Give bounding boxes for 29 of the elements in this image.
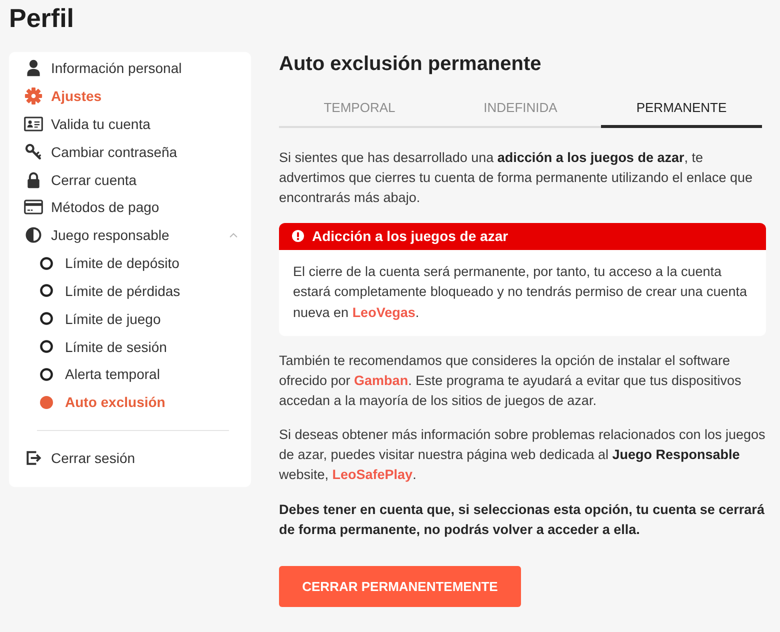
- half-circle-icon: [24, 226, 43, 244]
- paragraph: También te recomendamos que consideres la opción de instalar el software ofrecido por Gamban. Este programa te ayudará a evitar que tus dispositivos accedan a la mayoría de los sitios de juegos de azar.: [279, 352, 742, 410]
- page-title: Perfil: [9, 3, 74, 33]
- logout-icon: [24, 448, 43, 467]
- paragraph: El cierre de la cuenta será permanente, por tanto, tu acceso a la cuenta estará completamente bloqueado y no tendrás permiso de crear una cuenta nueva en LeoVegas.: [292, 262, 748, 322]
- menu-item[interactable]: Información personal: [9, 54, 251, 82]
- paragraph: Debes tener en cuenta que, si seleccionas esta opción, tu cuenta se cerrará de forma permanente, no podrás volver a acceder a ella.: [279, 500, 766, 539]
- menu-item[interactable]: Métodos de pago: [9, 193, 251, 222]
- submenu-item[interactable]: Límite de sesión: [9, 332, 251, 360]
- section-title: Auto exclusión permanente: [279, 52, 542, 76]
- paragraph: Si sientes que has desarrollado una adicción a los juegos de azar, te advertimos que cierres tu cuenta de forma permanente utilizando el enlace que encontrarás más abajo.: [279, 149, 754, 207]
- key-icon: [24, 142, 43, 161]
- submenu-item[interactable]: Límite de juego: [9, 304, 251, 333]
- menu-item[interactable]: Juego responsable: [9, 221, 251, 250]
- menu-item[interactable]: Valida tu cuenta: [9, 110, 251, 138]
- submenu-item[interactable]: Límite de pérdidas: [9, 277, 251, 305]
- tab[interactable]: PERMANENTE: [601, 86, 762, 128]
- credit-card-icon: [24, 198, 43, 216]
- id-card-icon: [24, 114, 43, 133]
- alert-title: Adicción a los juegos de azar: [312, 228, 508, 244]
- submenu-item[interactable]: Límite de depósito: [9, 249, 251, 278]
- menu-item[interactable]: Cambiar contraseña: [9, 138, 251, 166]
- submenu-item[interactable]: Alerta temporal: [9, 360, 251, 388]
- exclamation-icon: [292, 230, 304, 242]
- paragraph: Si deseas obtener más información sobre problemas relacionados con los juegos de azar, puedes visitar nuestra página web dedicada al Juego Responsable website, LeoSafePlay.: [279, 426, 766, 484]
- person-icon: [24, 58, 43, 77]
- menu-item[interactable]: Cerrar cuenta: [9, 166, 251, 194]
- gear-icon: [24, 86, 43, 105]
- menu-item[interactable]: Cerrar sesión: [9, 444, 251, 472]
